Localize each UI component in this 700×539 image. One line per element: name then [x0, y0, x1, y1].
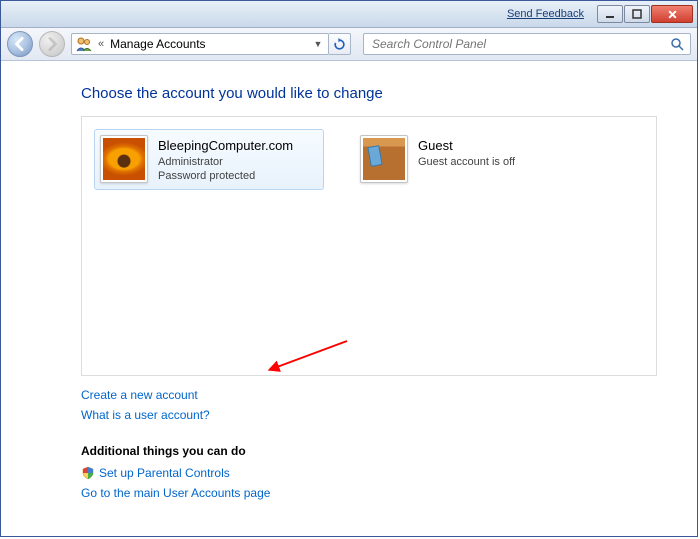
create-account-link[interactable]: Create a new account [81, 388, 657, 402]
account-info: Guest Guest account is off [418, 135, 515, 169]
window-titlebar: Send Feedback [1, 1, 697, 28]
user-accounts-icon [76, 36, 92, 52]
accounts-panel: BleepingComputer.com Administrator Passw… [81, 116, 657, 376]
account-tile[interactable]: BleepingComputer.com Administrator Passw… [94, 129, 324, 190]
address-dropdown-icon[interactable]: ▼ [312, 39, 324, 49]
refresh-button[interactable] [329, 33, 351, 55]
account-role: Administrator [158, 155, 293, 170]
parental-controls-label: Set up Parental Controls [99, 466, 230, 480]
main-accounts-link[interactable]: Go to the main User Accounts page [81, 486, 657, 500]
control-panel-window: Send Feedback « Manage Accounts ▼ [0, 0, 698, 537]
account-role: Guest account is off [418, 155, 515, 170]
page-title: Choose the account you would like to cha… [81, 85, 657, 102]
search-box[interactable] [363, 33, 691, 55]
account-name: Guest [418, 137, 515, 155]
account-status: Password protected [158, 169, 293, 184]
close-button[interactable] [651, 5, 693, 23]
navigation-toolbar: « Manage Accounts ▼ [1, 28, 697, 61]
send-feedback-link[interactable]: Send Feedback [507, 8, 584, 20]
account-tile[interactable]: Guest Guest account is off [354, 129, 584, 189]
breadcrumb-back-chevron[interactable]: « [98, 38, 104, 50]
parental-controls-link[interactable]: Set up Parental Controls [81, 466, 657, 480]
account-name: BleepingComputer.com [158, 137, 293, 155]
minimize-button[interactable] [597, 5, 623, 23]
account-info: BleepingComputer.com Administrator Passw… [158, 135, 293, 184]
search-input[interactable] [370, 36, 670, 52]
account-picture [100, 135, 148, 183]
breadcrumb-location: Manage Accounts [110, 37, 306, 51]
maximize-button[interactable] [624, 5, 650, 23]
shield-icon [81, 466, 95, 480]
address-bar[interactable]: « Manage Accounts ▼ [71, 33, 329, 55]
additional-heading: Additional things you can do [81, 444, 657, 458]
search-icon [670, 37, 684, 51]
account-picture [360, 135, 408, 183]
content-area: Choose the account you would like to cha… [1, 61, 697, 526]
window-controls [596, 5, 693, 23]
forward-button[interactable] [39, 31, 65, 57]
back-button[interactable] [7, 31, 33, 57]
what-is-account-link[interactable]: What is a user account? [81, 408, 657, 422]
